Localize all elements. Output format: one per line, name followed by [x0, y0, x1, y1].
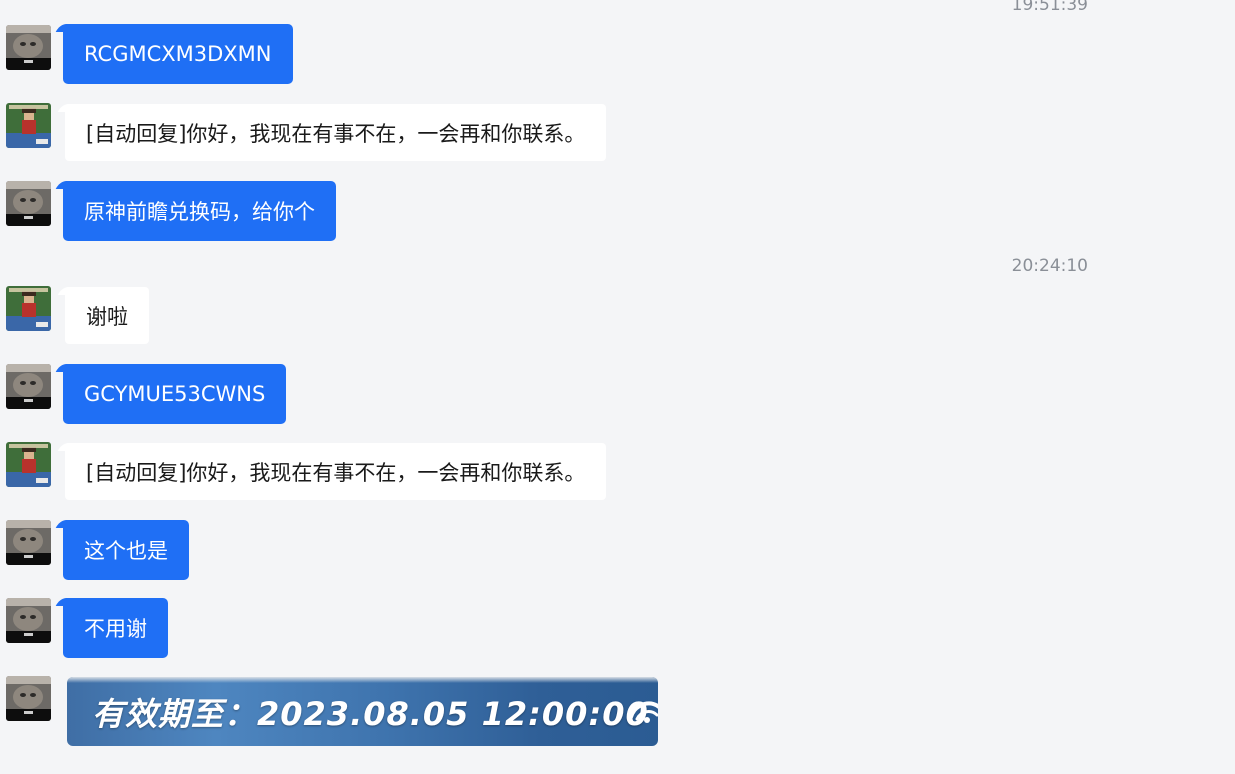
timestamp: 19:51:39: [1011, 0, 1088, 15]
image-highlight: [67, 677, 658, 683]
message-bubble-sent[interactable]: 这个也是: [63, 520, 189, 580]
message-bubble-received[interactable]: [自动回复]你好，我现在有事不在，一会再和你联系。: [65, 443, 607, 500]
timestamp: 20:24:10: [1011, 256, 1088, 276]
message-bubble-sent[interactable]: GCYMUE53CWNS: [63, 364, 287, 424]
image-expiry-text: 有效期至：2023.08.05 12:00:00: [92, 695, 649, 733]
message-bubble-sent[interactable]: RCGMCXM3DXMN: [63, 24, 293, 84]
contact-avatar[interactable]: [6, 103, 51, 148]
message-bubble-sent[interactable]: 原神前瞻兑换码，给你个: [63, 181, 336, 241]
swirl-icon: [629, 701, 658, 723]
my-avatar[interactable]: [6, 364, 51, 409]
chat-history[interactable]: 19:51:39 RCGMCXM3DXMN [自动回复]你好，我现在有事不在，一…: [0, 0, 1235, 774]
my-avatar[interactable]: [6, 181, 51, 226]
message-bubble-received[interactable]: [自动回复]你好，我现在有事不在，一会再和你联系。: [65, 104, 607, 161]
my-avatar[interactable]: [6, 520, 51, 565]
my-avatar[interactable]: [6, 598, 51, 643]
contact-avatar[interactable]: [6, 286, 51, 331]
my-avatar[interactable]: [6, 25, 51, 70]
message-bubble-received[interactable]: 谢啦: [65, 287, 149, 344]
my-avatar[interactable]: [6, 676, 51, 721]
contact-avatar[interactable]: [6, 442, 51, 487]
image-message[interactable]: 有效期至：2023.08.05 12:00:00: [67, 677, 658, 746]
message-bubble-sent[interactable]: 不用谢: [63, 598, 168, 658]
